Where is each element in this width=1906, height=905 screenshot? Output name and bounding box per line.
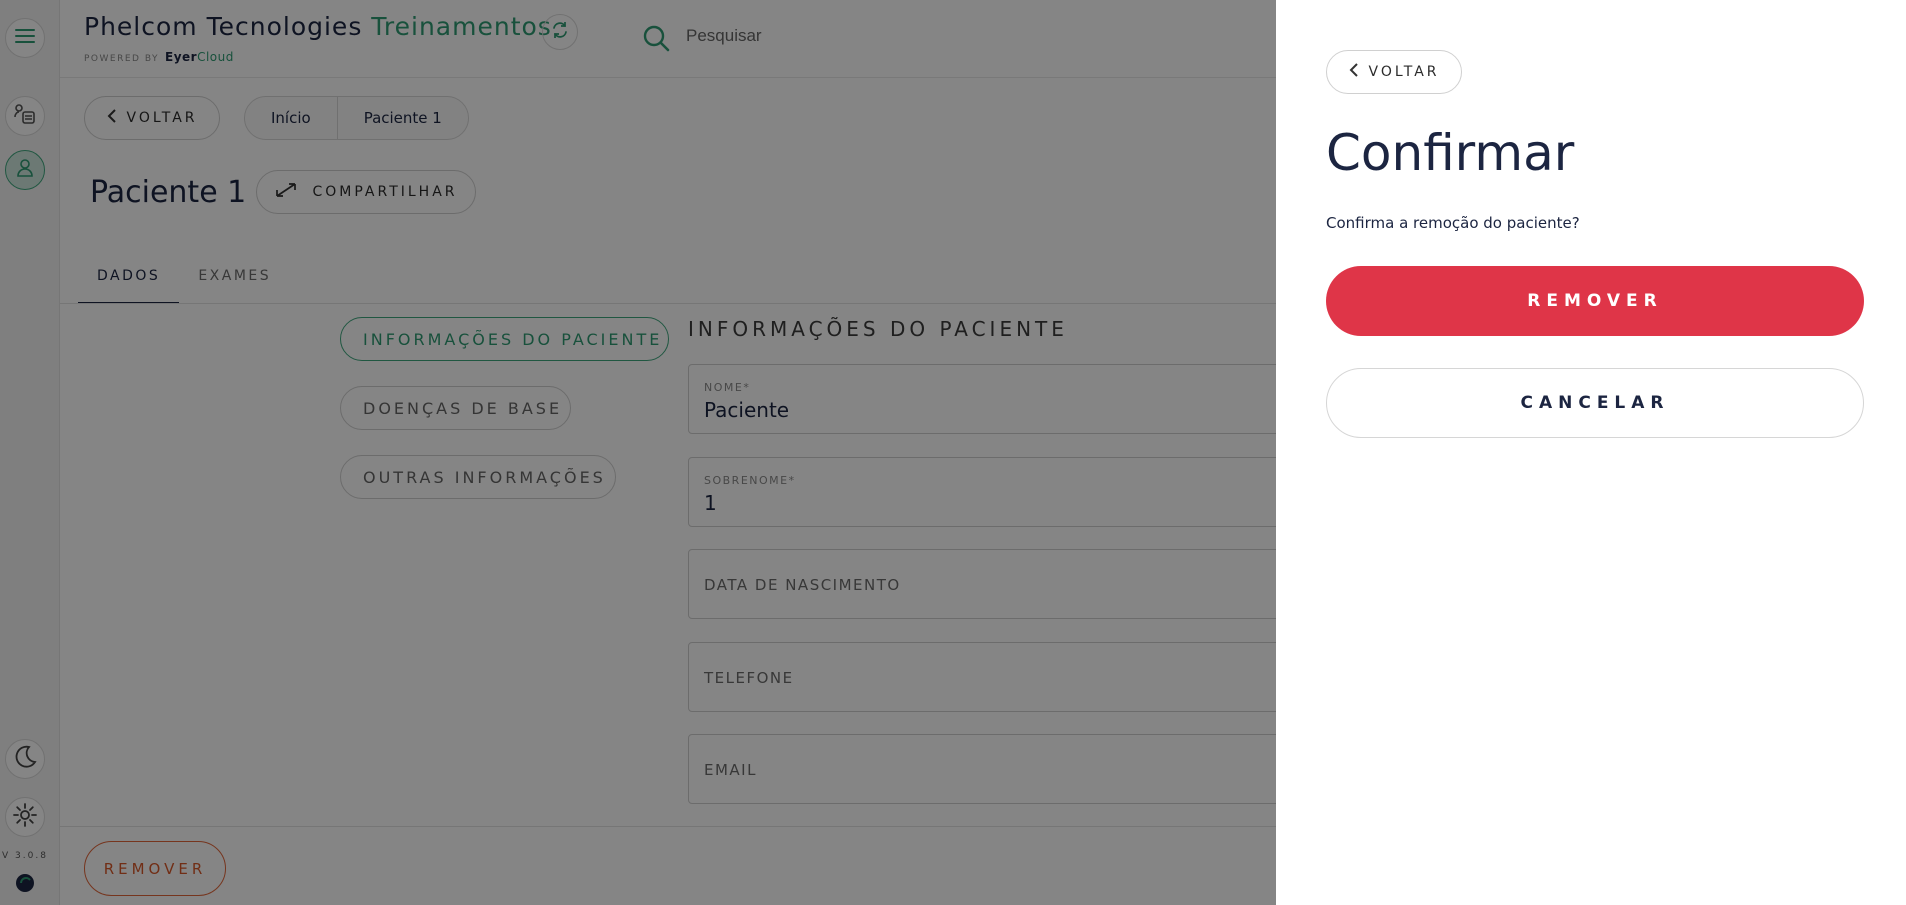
cancel-button[interactable]: CANCELAR: [1326, 368, 1864, 438]
confirm-drawer: VOLTAR Confirmar Confirma a remoção do p…: [1276, 0, 1906, 905]
drawer-message: Confirma a remoção do paciente?: [1326, 214, 1580, 232]
modal-backdrop[interactable]: [0, 0, 1276, 905]
drawer-back-button[interactable]: VOLTAR: [1326, 50, 1462, 94]
confirm-remove-button[interactable]: REMOVER: [1326, 266, 1864, 336]
chevron-left-icon: [1349, 63, 1359, 81]
drawer-title: Confirmar: [1326, 124, 1575, 182]
drawer-back-label: VOLTAR: [1368, 64, 1440, 80]
